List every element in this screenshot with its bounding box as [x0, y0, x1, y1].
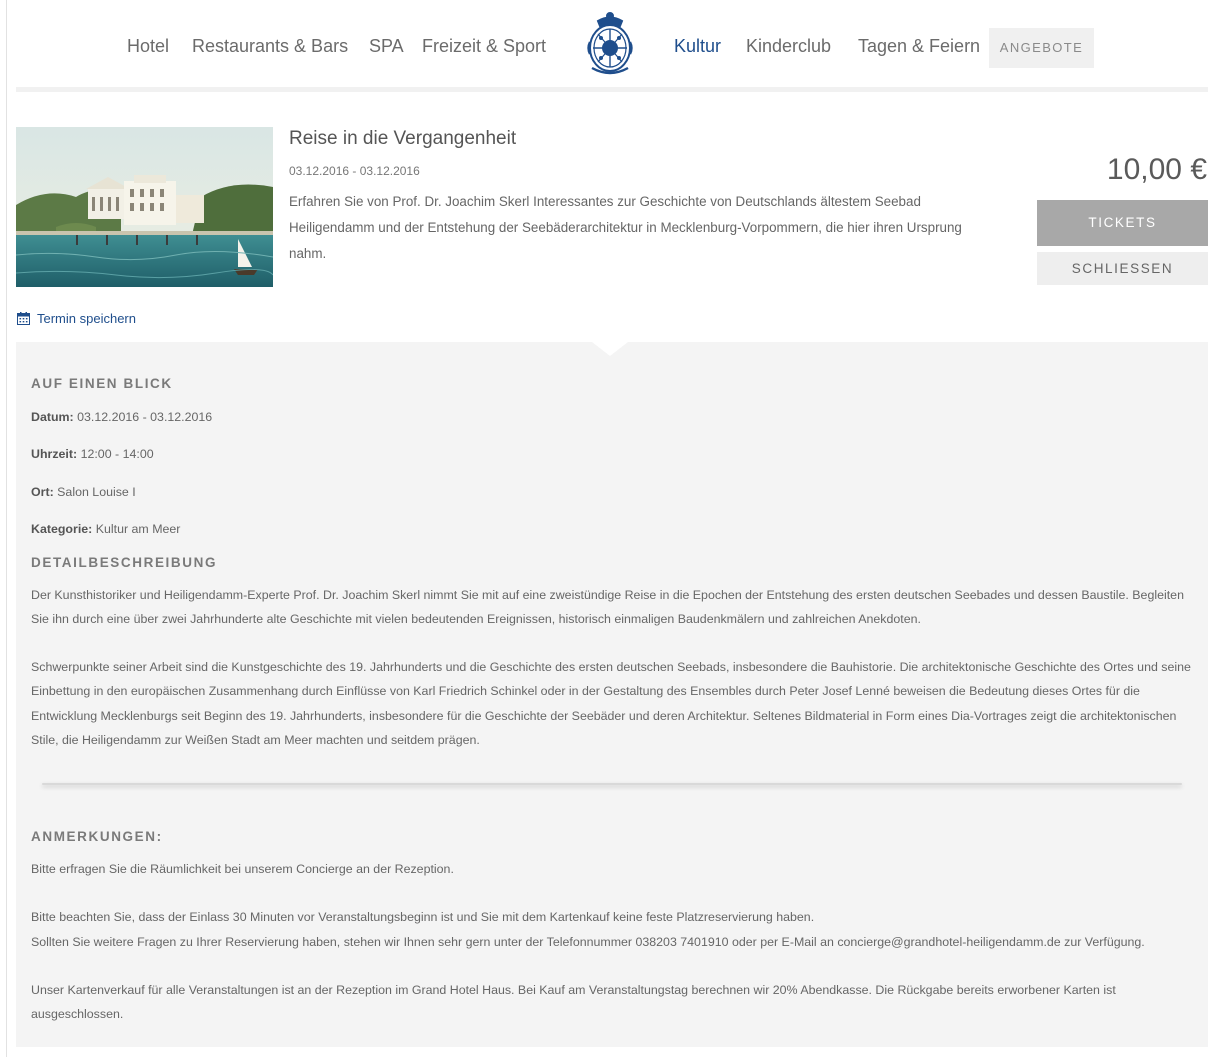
nav-divider	[16, 87, 1208, 92]
save-date-label: Termin speichern	[37, 311, 136, 326]
nav-item-spa[interactable]: SPA	[369, 36, 404, 57]
main-navigation: Hotel Restaurants & Bars SPA Freizeit & …	[0, 0, 1214, 92]
fact-place-label: Ort:	[31, 485, 54, 499]
fact-time-value: 12:00 - 14:00	[80, 447, 154, 461]
event-teaser: Erfahren Sie von Prof. Dr. Joachim Skerl…	[289, 194, 962, 261]
notes-line-1: Bitte erfragen Sie die Räumlichkeit bei …	[31, 862, 454, 876]
fact-date-label: Datum:	[31, 410, 74, 424]
fact-category: Kategorie: Kultur am Meer	[31, 522, 180, 536]
event-title: Reise in die Vergangenheit	[289, 128, 517, 149]
nav-item-freizeit-sport[interactable]: Freizeit & Sport	[422, 36, 546, 57]
details-paragraph-2: Schwerpunkte seiner Arbeit sind die Kuns…	[31, 660, 1191, 747]
fact-date: Datum: 03.12.2016 - 03.12.2016	[31, 410, 212, 424]
hotel-crest-icon[interactable]	[584, 12, 636, 80]
notes-line-3: Sollten Sie weitere Fragen zu Ihrer Rese…	[31, 935, 1145, 949]
details-paragraph-1: Der Kunsthistoriker und Heiligendamm-Exp…	[31, 588, 1184, 627]
nav-item-kultur[interactable]: Kultur	[674, 36, 721, 57]
notes-line-2: Bitte beachten Sie, dass der Einlass 30 …	[31, 910, 815, 924]
save-date-link[interactable]: Termin speichern	[17, 311, 136, 326]
glance-heading: AUF EINEN BLICK	[31, 376, 173, 391]
fact-time-label: Uhrzeit:	[31, 447, 78, 461]
details-heading: DETAILBESCHREIBUNG	[31, 555, 218, 570]
fact-date-value: 03.12.2016 - 03.12.2016	[77, 410, 213, 424]
nav-offers-button[interactable]: ANGEBOTE	[989, 28, 1094, 68]
close-button[interactable]: SCHLIESSEN	[1037, 252, 1208, 285]
section-divider	[42, 783, 1182, 785]
event-image	[16, 127, 273, 287]
fact-category-label: Kategorie:	[31, 522, 93, 536]
calendar-icon	[17, 312, 30, 325]
nav-item-restaurants-bars[interactable]: Restaurants & Bars	[192, 36, 348, 57]
event-price: 10,00 €	[1106, 153, 1207, 186]
nav-item-tagen-feiern[interactable]: Tagen & Feiern	[858, 36, 980, 57]
fact-time: Uhrzeit: 12:00 - 14:00	[31, 447, 154, 461]
nav-item-hotel[interactable]: Hotel	[127, 36, 169, 57]
tickets-button[interactable]: TICKETS	[1037, 200, 1208, 246]
fact-category-value: Kultur am Meer	[95, 522, 181, 536]
notes-heading: ANMERKUNGEN:	[31, 829, 163, 844]
fact-place-value: Salon Louise I	[57, 485, 136, 499]
fact-place: Ort: Salon Louise I	[31, 485, 136, 499]
notes-line-4: Unser Kartenverkauf für alle Veranstaltu…	[31, 983, 1116, 1022]
event-dates: 03.12.2016 - 03.12.2016	[289, 164, 420, 178]
nav-item-kinderclub[interactable]: Kinderclub	[746, 36, 831, 57]
panel-notch	[592, 342, 628, 356]
